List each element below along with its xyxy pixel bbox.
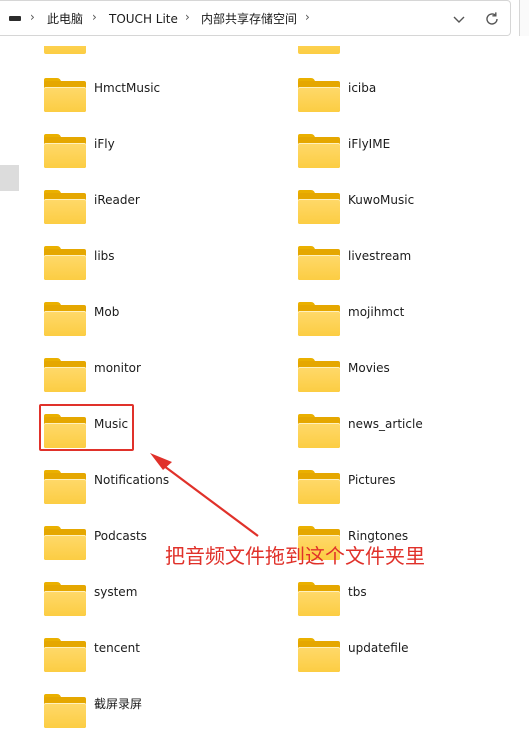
annotation-text: 把音频文件拖到这个文件夹里 [165,544,425,568]
annotation-arrow-icon [150,453,259,537]
